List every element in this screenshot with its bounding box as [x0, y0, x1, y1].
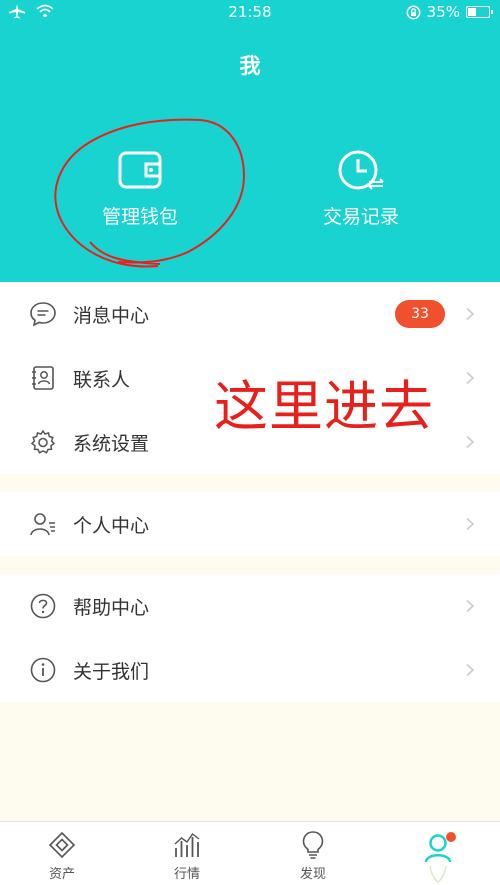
help-icon: [30, 593, 56, 619]
chevron-right-icon: [466, 517, 475, 531]
message-icon: [30, 302, 56, 327]
manage-wallet-button[interactable]: 管理钱包: [60, 148, 220, 229]
tab-discover[interactable]: 发现: [273, 830, 353, 882]
rotation-lock-icon: [406, 5, 421, 19]
menu-section-3: 帮助中心 关于我们: [0, 574, 500, 702]
menu-item-about[interactable]: 关于我们: [0, 638, 500, 702]
gear-icon: [30, 429, 56, 454]
lightbulb-icon: [302, 831, 324, 859]
chevron-right-icon: [466, 371, 475, 385]
tab-bar: 资产 行情 发现: [0, 821, 500, 885]
tab-label: 发现: [299, 867, 326, 882]
menu-item-label: 系统设置: [73, 432, 150, 455]
wallet-icon: [118, 151, 162, 189]
page-title: 我: [239, 54, 261, 78]
clock-exchange-icon: [338, 150, 384, 190]
tab-label: 资产: [48, 867, 75, 882]
menu-item-help[interactable]: 帮助中心: [0, 574, 500, 638]
assets-icon: [48, 831, 76, 859]
menu-item-label: 消息中心: [73, 304, 150, 327]
tab-assets[interactable]: 资产: [22, 830, 102, 882]
battery-icon: [466, 6, 493, 18]
annotation-text: 这里进去: [214, 375, 434, 438]
battery-percent: 35%: [426, 3, 460, 21]
menu-item-label: 联系人: [73, 368, 131, 391]
menu-item-label: 个人中心: [73, 514, 150, 537]
transaction-records-button[interactable]: 交易记录: [281, 148, 441, 229]
status-bar: 21:58 35%: [0, 0, 500, 26]
menu-item-messages[interactable]: 消息中心 33: [0, 282, 500, 346]
user-icon: [30, 513, 55, 536]
chevron-right-icon: [466, 663, 475, 677]
chevron-right-icon: [466, 307, 475, 321]
menu-section-2: 个人中心: [0, 492, 500, 556]
tab-label: 行情: [173, 867, 200, 882]
manage-wallet-label: 管理钱包: [101, 206, 178, 228]
chevron-right-icon: [466, 599, 475, 613]
menu-item-profile[interactable]: 个人中心: [0, 492, 500, 556]
tab-me[interactable]: [398, 830, 478, 884]
market-chart-icon: [174, 832, 200, 857]
info-icon: [30, 657, 56, 683]
header: 21:58 35% 我 管理钱包 交易记录: [0, 0, 500, 282]
menu-item-label: 帮助中心: [73, 596, 150, 619]
contacts-icon: [32, 366, 54, 390]
menu-item-label: 关于我们: [73, 660, 150, 683]
tab-market[interactable]: 行情: [147, 830, 227, 882]
chevron-right-icon: [466, 435, 475, 449]
notification-dot: [446, 832, 456, 842]
unread-badge: 33: [395, 300, 445, 328]
transaction-records-label: 交易记录: [322, 206, 399, 228]
